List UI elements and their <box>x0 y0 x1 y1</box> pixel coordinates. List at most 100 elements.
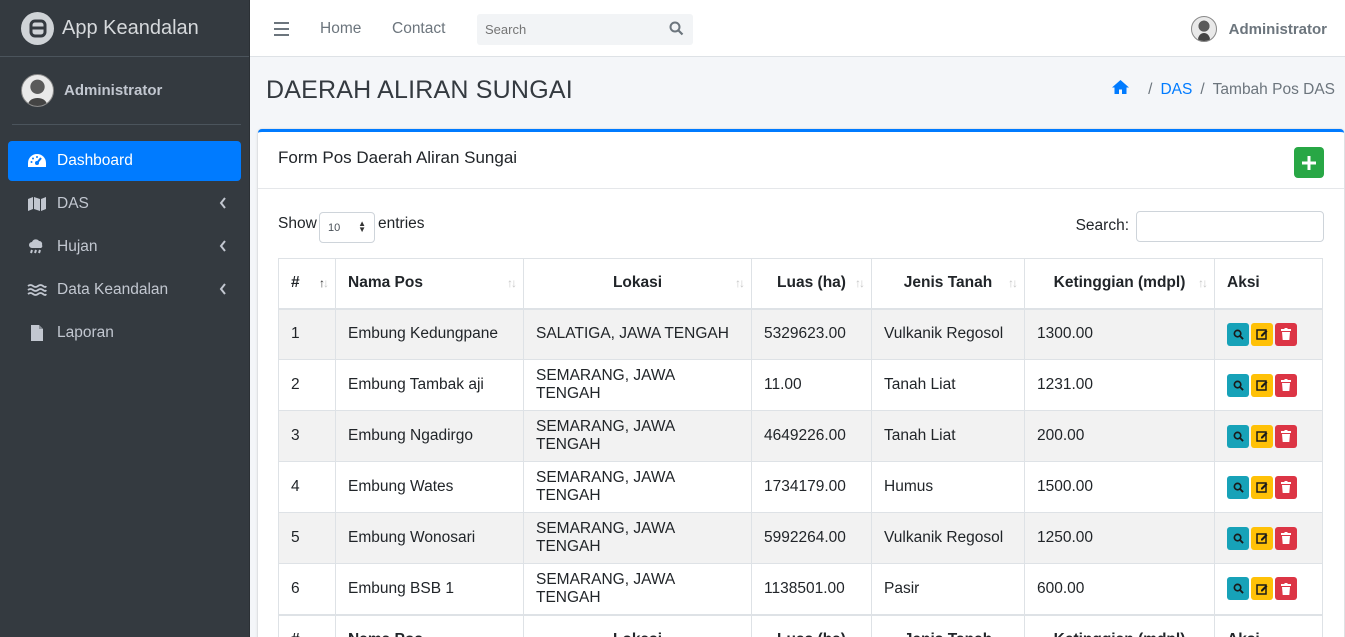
breadcrumb-link-das[interactable]: DAS <box>1160 81 1192 99</box>
brand-name: App Keandalan <box>62 16 199 39</box>
search-icon <box>1233 533 1244 544</box>
cell-ketinggian: 600.00 <box>1024 563 1215 615</box>
view-button[interactable] <box>1227 322 1249 346</box>
cell-lokasi: SEMARANG, JAWA TENGAH <box>523 512 752 564</box>
cell-nama-pos: Embung BSB 1 <box>335 563 524 615</box>
breadcrumb-current: Tambah Pos DAS <box>1212 80 1335 98</box>
delete-button[interactable] <box>1275 577 1297 601</box>
navbar-search <box>477 14 693 45</box>
column-header-luas[interactable]: Luas (ha) ↑↓ <box>751 258 872 310</box>
edit-button[interactable] <box>1251 475 1273 499</box>
sort-icon: ↑↓ <box>735 276 745 290</box>
trash-icon <box>1281 481 1291 493</box>
edit-button[interactable] <box>1251 424 1273 448</box>
cell-nama-pos: Embung Wates <box>335 461 524 513</box>
breadcrumb: / DAS / Tambah Pos DAS <box>1111 79 1335 100</box>
sidebar-item-das[interactable]: DAS <box>8 184 241 224</box>
cell-luas: 5992264.00 <box>751 512 872 564</box>
column-header-lokasi[interactable]: Lokasi ↑↓ <box>523 258 752 310</box>
delete-button[interactable] <box>1275 424 1297 448</box>
card-header: Form Pos Daerah Aliran Sungai <box>258 132 1344 189</box>
column-header-label: # <box>291 274 300 292</box>
view-button[interactable] <box>1227 577 1249 601</box>
map-icon <box>26 196 48 212</box>
plus-icon <box>1302 155 1316 170</box>
search-icon <box>1233 329 1244 340</box>
navbar-user-name[interactable]: Administrator <box>1229 21 1327 38</box>
pos-das-card: Form Pos Daerah Aliran Sungai Show 10 ▲ ▼… <box>258 129 1344 637</box>
nav-link-home[interactable]: Home <box>320 20 361 38</box>
page-title: DAERAH ALIRAN SUNGAI <box>266 76 573 104</box>
sidebar-item-hujan[interactable]: Hujan <box>8 227 241 267</box>
edit-button[interactable] <box>1251 373 1273 397</box>
cell-luas: 11.00 <box>751 359 872 411</box>
footer-label: Jenis Tanah <box>871 613 1025 637</box>
cloud-rain-icon <box>26 239 48 255</box>
delete-button[interactable] <box>1275 322 1297 346</box>
sidebar-item-dashboard[interactable]: Dashboard <box>8 141 241 181</box>
cell-aksi <box>1214 410 1323 462</box>
column-header-ketinggian[interactable]: Ketinggian (mdpl) ↑↓ <box>1024 258 1215 310</box>
table-search-input[interactable] <box>1136 211 1324 242</box>
add-button[interactable] <box>1294 147 1324 178</box>
table-footer-row: # Nama Pos Lokasi Luas (ha) Jenis Tanah … <box>278 613 1323 637</box>
column-header-no[interactable]: # ↑↓ <box>278 258 336 310</box>
search-icon[interactable] <box>669 21 684 40</box>
pos-das-table: # ↑↓ Nama Pos ↑↓ Lokasi ↑↓ Luas (ha) ↑↓ Jeni… <box>278 258 1323 637</box>
view-button[interactable] <box>1227 526 1249 550</box>
cell-luas: 1734179.00 <box>751 461 872 513</box>
edit-button[interactable] <box>1251 322 1273 346</box>
cell-luas: 1138501.00 <box>751 563 872 615</box>
table-row: 3 Embung Ngadirgo SEMARANG, JAWA TENGAH … <box>278 410 1323 462</box>
footer-label: Nama Pos <box>335 613 524 637</box>
sidebar-user-name[interactable]: Administrator <box>64 82 162 99</box>
hamburger-menu-icon[interactable] <box>274 22 289 40</box>
column-header-nama-pos[interactable]: Nama Pos ↑↓ <box>335 258 524 310</box>
edit-button[interactable] <box>1251 577 1273 601</box>
entries-length-select[interactable]: 10 ▲ ▼ <box>319 212 375 243</box>
sidebar-item-data-keandalan[interactable]: Data Keandalan <box>8 270 241 310</box>
delete-button[interactable] <box>1275 373 1297 397</box>
breadcrumb-separator: / <box>1148 80 1153 98</box>
sidebar-item-laporan[interactable]: Laporan <box>8 313 241 353</box>
delete-button[interactable] <box>1275 475 1297 499</box>
trash-icon <box>1281 582 1291 595</box>
navbar-user-menu[interactable]: Administrator <box>1190 16 1327 42</box>
table-row: 1 Embung Kedungpane SALATIGA, JAWA TENGA… <box>278 308 1323 360</box>
sidebar-item-label: Dashboard <box>57 152 133 169</box>
view-button[interactable] <box>1227 373 1249 397</box>
cell-aksi <box>1214 461 1323 513</box>
cell-nama-pos: Embung Wonosari <box>335 512 524 564</box>
cell-no: 6 <box>278 563 336 615</box>
view-button[interactable] <box>1227 475 1249 499</box>
card-title: Form Pos Daerah Aliran Sungai <box>278 148 518 167</box>
show-label: Show <box>278 215 317 232</box>
footer-label: Lokasi <box>523 613 752 637</box>
avatar <box>21 74 54 107</box>
edit-button[interactable] <box>1251 526 1273 550</box>
column-header-label: Luas (ha) <box>777 274 846 292</box>
home-icon[interactable] <box>1111 79 1130 100</box>
chevron-left-icon <box>219 282 227 300</box>
column-header-jenis-tanah[interactable]: Jenis Tanah ↑↓ <box>871 258 1025 310</box>
view-button[interactable] <box>1227 424 1249 448</box>
nav-link-contact[interactable]: Contact <box>392 20 445 38</box>
table-row: 4 Embung Wates SEMARANG, JAWA TENGAH 173… <box>278 461 1323 513</box>
cell-jenis-tanah: Tanah Liat <box>871 410 1025 462</box>
delete-button[interactable] <box>1275 526 1297 550</box>
column-header-label: Ketinggian (mdpl) <box>1053 274 1186 292</box>
cell-no: 3 <box>278 410 336 462</box>
edit-icon <box>1256 533 1268 544</box>
cell-no: 1 <box>278 308 336 360</box>
navbar-search-input[interactable] <box>477 14 657 45</box>
cell-nama-pos: Embung Tambak aji <box>335 359 524 411</box>
chevron-left-icon <box>219 196 227 214</box>
sort-icon: ↑↓ <box>1198 276 1208 290</box>
file-icon <box>26 324 48 342</box>
edit-icon <box>1256 431 1268 442</box>
cell-lokasi: SEMARANG, JAWA TENGAH <box>523 461 752 513</box>
sidebar-user-panel[interactable]: Administrator <box>12 57 241 125</box>
brand-link[interactable]: App Keandalan <box>0 0 249 57</box>
footer-label: Aksi <box>1214 613 1323 637</box>
tachometer-icon <box>26 153 48 169</box>
